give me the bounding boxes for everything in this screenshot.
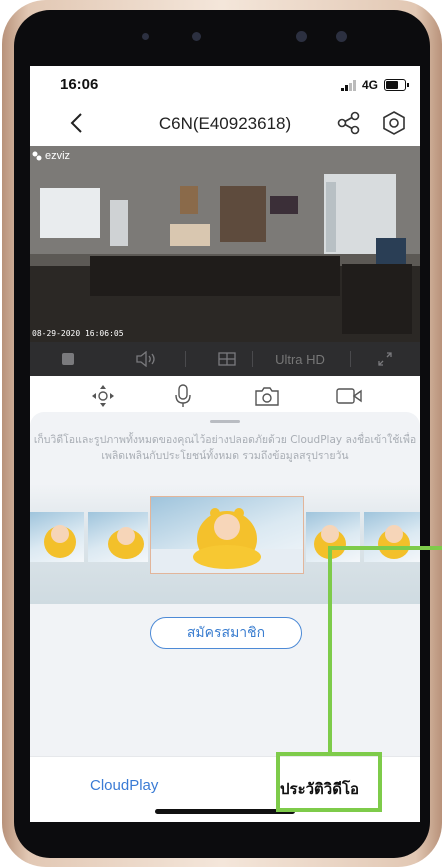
sensor-dot [142, 33, 149, 40]
ptz-icon [92, 385, 114, 407]
drag-handle[interactable] [210, 420, 240, 423]
snapshot-button[interactable] [252, 383, 282, 409]
room-scene [30, 146, 420, 342]
annotation-line [328, 546, 442, 550]
ptz-button[interactable] [88, 383, 118, 409]
fullscreen-icon [378, 352, 392, 366]
signal-icon [340, 79, 356, 91]
settings-icon[interactable] [380, 109, 408, 137]
status-time: 16:06 [60, 76, 99, 93]
ezviz-logo-icon [32, 151, 42, 161]
ezviz-logo: ezviz [32, 150, 70, 162]
battery-icon [384, 79, 409, 91]
camera-icon [255, 387, 279, 406]
fullscreen-button[interactable] [370, 342, 400, 376]
home-indicator [155, 809, 295, 814]
quality-selector[interactable]: Ultra HD [260, 342, 340, 376]
thumbnail-image [88, 512, 148, 562]
thumbnail-image [306, 512, 360, 562]
share-icon[interactable] [336, 110, 362, 136]
annotation-highlight-box [276, 752, 382, 812]
multiview-button[interactable] [212, 342, 242, 376]
thumbnail-image [30, 512, 84, 562]
toolbar-divider [350, 351, 351, 367]
video-timestamp: 08-29-2020 16:06:05 [32, 329, 124, 338]
control-row [30, 376, 420, 416]
status-indicators: 4G [340, 78, 409, 92]
app-screen: 16:06 4G C6N(E40923618) ezviz 08-29-2020… [30, 66, 420, 822]
front-camera-secondary [336, 31, 347, 42]
subscribe-button[interactable]: สมัครสมาชิก [150, 617, 302, 649]
thumbnail-image [364, 512, 420, 562]
annotation-line [328, 546, 332, 754]
tab-cloudplay[interactable]: CloudPlay [90, 777, 158, 794]
front-camera [296, 31, 307, 42]
record-button[interactable] [334, 383, 364, 409]
grid-icon [218, 352, 236, 366]
video-toolbar: Ultra HD [30, 342, 420, 376]
network-type: 4G [361, 78, 378, 92]
toolbar-divider [252, 351, 253, 367]
toolbar-divider [185, 351, 186, 367]
talk-button[interactable] [168, 383, 198, 409]
stop-button[interactable] [56, 342, 80, 376]
video-record-icon [336, 388, 362, 404]
stop-icon [62, 353, 74, 365]
promo-text: เก็บวิดีโอและรูปภาพทั้งหมดของคุณไว้อย่าง… [33, 434, 417, 462]
speaker-icon [136, 351, 155, 367]
thumbnail-image-selected [150, 496, 304, 574]
ezviz-logo-text: ezviz [45, 150, 71, 162]
speaker-dot [192, 32, 201, 41]
microphone-icon [175, 384, 191, 407]
sound-button[interactable] [132, 342, 162, 376]
live-video-feed[interactable]: ezviz 08-29-2020 16:06:05 [30, 146, 420, 342]
